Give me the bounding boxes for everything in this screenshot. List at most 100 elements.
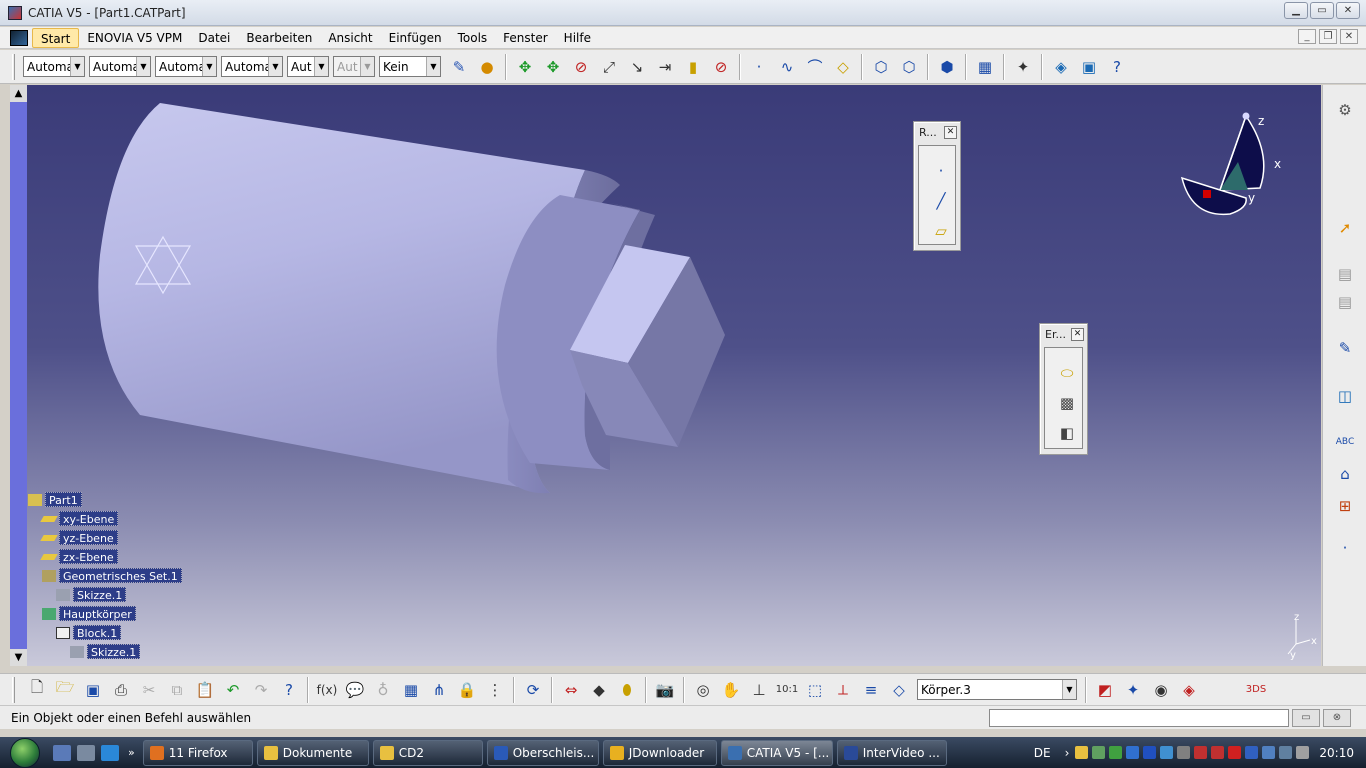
bottle-icon[interactable]: ⬮ xyxy=(614,677,640,703)
scroll-down-icon[interactable]: ▼ xyxy=(10,649,27,666)
save-icon[interactable]: ▣ xyxy=(80,677,106,703)
measure-item-icon[interactable]: ⊘ xyxy=(708,54,734,80)
hierarchy-icon[interactable]: ⋔ xyxy=(426,677,452,703)
flag-note-icon[interactable]: ⌂ xyxy=(1332,461,1358,487)
tree-node-yz-plane[interactable]: yz-Ebene xyxy=(40,530,118,545)
surface-layer-icon[interactable]: ◫ xyxy=(1332,383,1358,409)
tray-window-icon[interactable] xyxy=(1245,746,1259,759)
multi-pad-icon[interactable]: ▩ xyxy=(1054,390,1080,416)
point-icon[interactable]: · xyxy=(746,54,772,80)
multiview-icon[interactable]: ≡ xyxy=(858,677,884,703)
menu-datei[interactable]: Datei xyxy=(190,28,238,48)
point-icon[interactable]: · xyxy=(928,158,954,184)
workbench-icon[interactable]: ◈ xyxy=(1048,54,1074,80)
measure-between-icon[interactable]: ▮ xyxy=(680,54,706,80)
material-icon[interactable]: ● xyxy=(474,54,500,80)
line-thickness-combo[interactable]: Automa ▼ xyxy=(155,56,217,77)
tray-network-icon[interactable] xyxy=(1092,746,1106,759)
material-stack-icon[interactable]: ◈ xyxy=(1176,677,1202,703)
layer-combo[interactable]: Kein ▼ xyxy=(379,56,441,77)
copy-body-icon[interactable]: ▤ xyxy=(1332,261,1358,287)
color-combo[interactable]: Automa ▼ xyxy=(23,56,85,77)
quick-measure-icon[interactable]: ↘ xyxy=(624,54,650,80)
table-icon[interactable]: ▦ xyxy=(398,677,424,703)
taskbar-word[interactable]: Oberschleis... xyxy=(486,739,599,766)
doc-close-button[interactable]: ✕ xyxy=(1340,29,1358,44)
context-help-icon[interactable]: ? xyxy=(1104,54,1130,80)
menu-fenster[interactable]: Fenster xyxy=(495,28,556,48)
menu-enovia[interactable]: ENOVIA V5 VPM xyxy=(79,28,190,48)
tree-node-geometric-set[interactable]: Geometrisches Set.1 xyxy=(42,568,182,583)
menu-hilfe[interactable]: Hilfe xyxy=(556,28,599,48)
select-arrow-icon[interactable]: ➚ xyxy=(1332,215,1358,241)
point-symbol-combo[interactable]: Aut ▼ xyxy=(287,56,329,77)
whats-this-icon[interactable]: ? xyxy=(276,677,302,703)
toolbar-grip[interactable] xyxy=(12,53,15,80)
taskbar-catia[interactable]: CATIA V5 - [... xyxy=(720,739,833,766)
capture-camera-icon[interactable]: 📷 xyxy=(652,677,678,703)
grid-icon[interactable]: ▦ xyxy=(972,54,998,80)
catia-menu-icon[interactable] xyxy=(10,29,28,46)
taskbar-jdownloader[interactable]: JDownloader xyxy=(602,739,717,766)
plane-icon[interactable]: ◇ xyxy=(830,54,856,80)
close-icon[interactable]: ✕ xyxy=(944,125,957,139)
point-icon[interactable]: · xyxy=(1332,535,1358,561)
tray-signal-icon[interactable] xyxy=(1262,746,1276,759)
view-box-icon[interactable]: ⬚ xyxy=(802,677,828,703)
switch-windows-icon[interactable] xyxy=(77,744,95,761)
shaft-icon[interactable]: ◧ xyxy=(1054,420,1080,446)
tray-display-icon[interactable] xyxy=(1279,746,1293,759)
undo-icon[interactable]: ↶ xyxy=(220,677,246,703)
snap-icon[interactable]: ⊘ xyxy=(568,54,594,80)
tray-app-icon[interactable] xyxy=(1075,746,1089,759)
pad-icon[interactable]: ⬭ xyxy=(1054,360,1080,386)
ie-icon[interactable] xyxy=(101,744,119,761)
view-normal-icon[interactable]: ⬡ xyxy=(896,54,922,80)
tree-node-sketch[interactable]: Skizze.1 xyxy=(56,587,127,602)
tray-monitor-icon[interactable] xyxy=(1109,746,1123,759)
cut-icon[interactable]: ✂ xyxy=(136,677,162,703)
new-document-icon[interactable]: 🗋 xyxy=(24,677,50,703)
compass-widget[interactable]: z x y xyxy=(1170,110,1290,230)
paste-body-icon[interactable]: ▤ xyxy=(1332,289,1358,315)
tree-node-main-body[interactable]: Hauptkörper xyxy=(42,606,136,621)
tree-node-xy-plane[interactable]: xy-Ebene xyxy=(40,511,119,526)
tray-info-icon[interactable] xyxy=(1160,746,1174,759)
doc-minimize-button[interactable]: _ xyxy=(1298,29,1316,44)
command-button[interactable]: ▭ xyxy=(1292,709,1320,727)
clock[interactable]: 20:10 xyxy=(1319,746,1354,760)
close-icon[interactable]: ✕ xyxy=(1071,327,1084,341)
line-icon[interactable]: ╱ xyxy=(928,188,954,214)
surface-icon[interactable]: ⌒ xyxy=(802,54,828,80)
vertical-scrollbar[interactable]: ▲ ▼ xyxy=(10,85,27,666)
text-annotation-icon[interactable]: ABC xyxy=(1332,429,1358,455)
view-iso-icon[interactable]: ⬡ xyxy=(868,54,894,80)
tray-shield-icon[interactable] xyxy=(1211,746,1225,759)
volume-icon[interactable] xyxy=(1296,746,1310,759)
tray-expand-icon[interactable]: › xyxy=(1065,746,1070,760)
comment-icon[interactable]: 💬 xyxy=(342,677,368,703)
quicklaunch-more-icon[interactable]: » xyxy=(128,746,135,759)
line-type-combo[interactable]: Automa ▼ xyxy=(221,56,283,77)
datum-icon[interactable]: ⊞ xyxy=(1332,493,1358,519)
formula-icon[interactable]: f(x) xyxy=(314,677,340,703)
close-button[interactable]: ✕ xyxy=(1336,2,1360,19)
maximize-button[interactable]: ▭ xyxy=(1310,2,1334,19)
dimension-icon[interactable]: ⇥ xyxy=(652,54,678,80)
tray-alert-icon[interactable] xyxy=(1228,746,1242,759)
menu-bearbeiten[interactable]: Bearbeiten xyxy=(238,28,320,48)
menu-start[interactable]: Start xyxy=(32,27,80,48)
scale-icon[interactable]: 10:1 xyxy=(774,677,800,703)
translate-icon[interactable]: ✥ xyxy=(512,54,538,80)
knowledge-icon[interactable]: ♁ xyxy=(370,677,396,703)
options-icon[interactable]: ▣ xyxy=(1076,54,1102,80)
taskbar-firefox[interactable]: 11 Firefox xyxy=(142,739,253,766)
pan-hand-icon[interactable]: ✋ xyxy=(718,677,744,703)
command-input[interactable] xyxy=(989,709,1289,727)
tree-node-pad-sketch[interactable]: Skizze.1 xyxy=(70,644,141,659)
language-indicator[interactable]: DE xyxy=(1034,746,1051,760)
catalog-icon[interactable]: ⬢ xyxy=(934,54,960,80)
print-icon[interactable]: ⎙ xyxy=(108,677,134,703)
show-desktop-icon[interactable] xyxy=(53,744,71,761)
taskbar-cd2[interactable]: CD2 xyxy=(372,739,483,766)
